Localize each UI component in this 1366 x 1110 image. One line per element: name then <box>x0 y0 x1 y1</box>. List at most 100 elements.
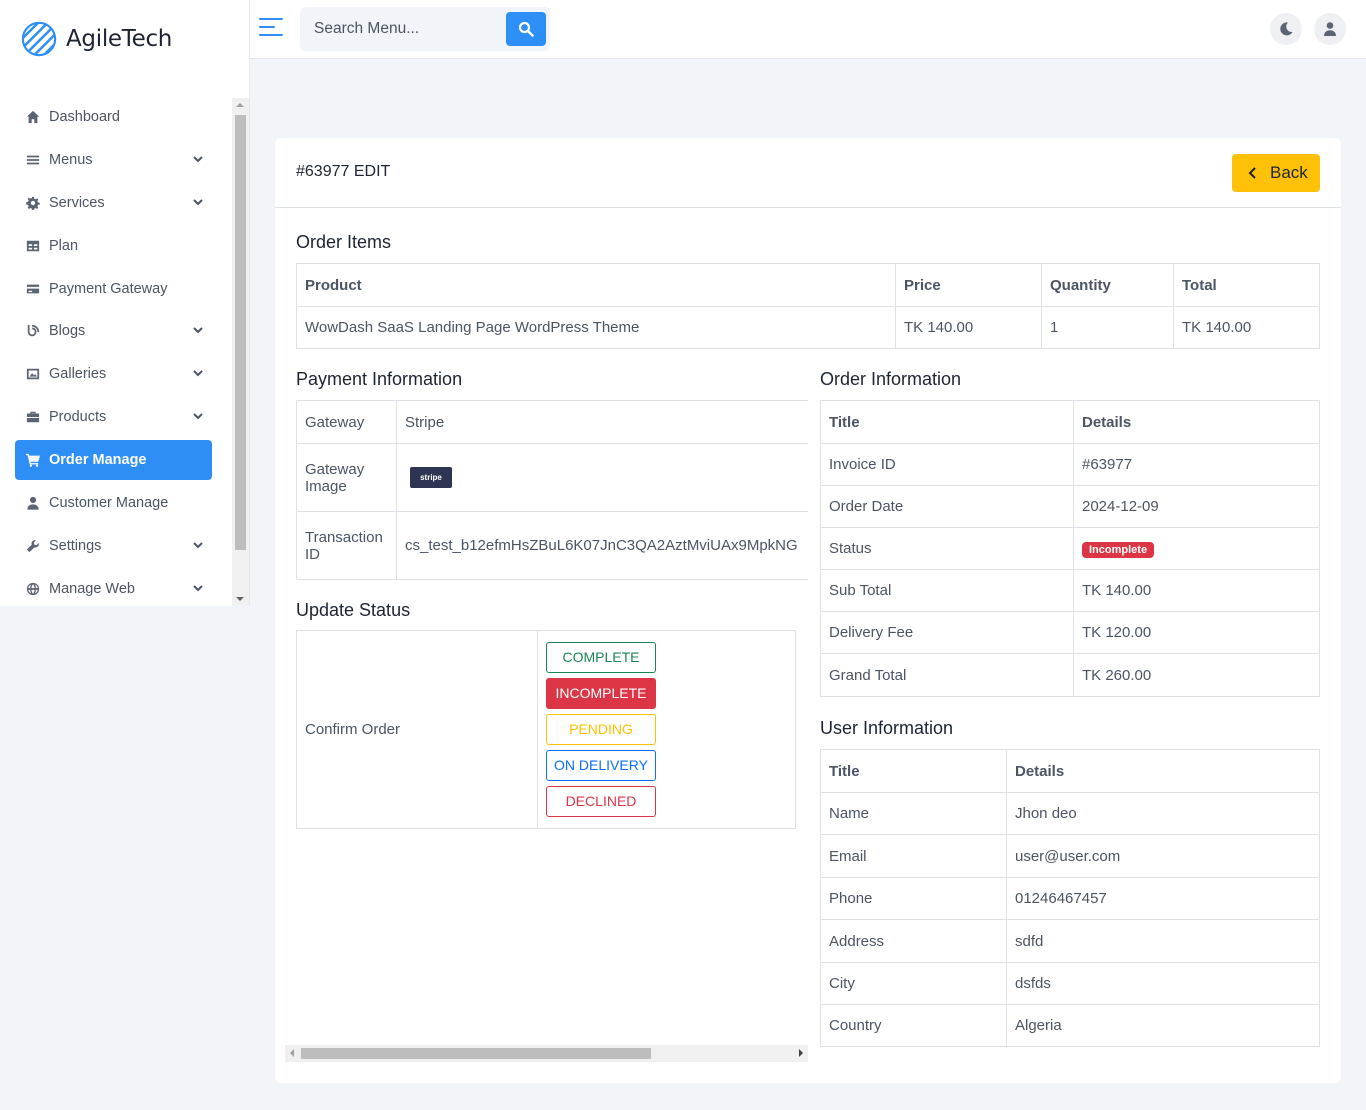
sidebar-item-plan[interactable]: Plan <box>15 226 212 266</box>
briefcase-icon <box>25 409 41 425</box>
order-info-table: Title Details Invoice ID #63977 Order Da… <box>820 400 1320 697</box>
search-input[interactable] <box>300 7 506 51</box>
search-button[interactable] <box>506 12 546 46</box>
table-row: Gateway Stripe <box>296 400 808 444</box>
credit-card-icon <box>25 281 41 297</box>
sidebar-item-customer-manage[interactable]: Customer Manage <box>15 483 212 523</box>
table-row: Confirm Order COMPLETE INCOMPLETE PENDIN… <box>296 630 796 829</box>
scroll-right-arrow-icon[interactable] <box>799 1049 803 1057</box>
page-title: #63977 EDIT <box>296 163 391 180</box>
sidebar-item-label: Blogs <box>49 323 86 340</box>
order-items-table: Product Price Quantity Total WowDash Saa… <box>296 263 1320 349</box>
update-status-table: Confirm Order COMPLETE INCOMPLETE PENDIN… <box>296 630 796 829</box>
chevron-down-icon <box>192 539 204 551</box>
confirm-order-label: Confirm Order <box>296 630 538 829</box>
sidebar-item-label: Services <box>49 194 105 211</box>
horizontal-scroll-thumb[interactable] <box>301 1048 651 1059</box>
row-title: Grand Total <box>820 653 1074 697</box>
row-detail: dsfds <box>1006 962 1320 1005</box>
scroll-down-arrow-icon[interactable] <box>236 597 244 601</box>
row-detail: Jhon deo <box>1006 792 1320 835</box>
status-badge: Incomplete <box>1082 541 1155 558</box>
sidebar-scroll-thumb[interactable] <box>235 115 246 550</box>
table-row: Transaction ID cs_test_b12efmHsZBuL6K07Jn… <box>296 511 808 580</box>
column-header: Product <box>296 263 896 307</box>
row-detail: Algeria <box>1006 1004 1320 1047</box>
label-line: ID <box>305 545 320 563</box>
table-header-row: Title Details <box>820 749 1320 793</box>
wrench-icon <box>25 538 41 554</box>
user-info-title: User Information <box>820 718 954 738</box>
row-title: Address <box>820 919 1007 963</box>
scroll-left-arrow-icon[interactable] <box>290 1049 294 1057</box>
dark-mode-toggle[interactable] <box>1270 13 1302 45</box>
row-title: Name <box>820 792 1007 835</box>
sidebar-item-label: Plan <box>49 237 79 254</box>
chevron-down-icon <box>192 153 204 165</box>
sidebar-item-blogs[interactable]: Blogs <box>15 311 212 351</box>
back-button[interactable]: Back <box>1232 154 1320 192</box>
sidebar-item-label: Customer Manage <box>49 495 169 512</box>
sidebar: AgileTech Dashboard Menus Services Plan … <box>0 0 250 606</box>
sidebar-item-label: Dashboard <box>49 109 120 125</box>
row-detail: 01246467457 <box>1006 877 1320 920</box>
search-box <box>300 7 550 51</box>
scroll-up-arrow-icon[interactable] <box>236 103 244 107</box>
payment-info-title: Payment Information <box>296 369 463 389</box>
pending-button[interactable]: PENDING <box>546 714 656 745</box>
image-icon <box>25 366 41 382</box>
on-delivery-button[interactable]: ON DELIVERY <box>546 750 656 781</box>
row-title: Status <box>820 527 1074 570</box>
user-menu-button[interactable] <box>1314 13 1346 45</box>
table-header-row: Title Details <box>820 400 1320 444</box>
sidebar-item-manage-web[interactable]: Manage Web <box>15 569 212 609</box>
horizontal-scrollbar[interactable] <box>285 1045 808 1062</box>
table-row: Address sdfd <box>820 919 1320 963</box>
status-buttons-cell: COMPLETE INCOMPLETE PENDING ON DELIVERY … <box>537 630 796 829</box>
sidebar-item-dashboard[interactable]: Dashboard <box>15 97 212 137</box>
row-detail: user@user.com <box>1006 834 1320 878</box>
sidebar-toggle-icon[interactable] <box>259 18 283 40</box>
column-header: Details <box>1073 400 1320 444</box>
sidebar-scrollbar[interactable] <box>232 98 249 606</box>
sidebar-item-label: Settings <box>49 537 102 554</box>
column-header: Quantity <box>1041 263 1174 307</box>
sidebar-item-products[interactable]: Products <box>15 397 212 437</box>
declined-button[interactable]: DECLINED <box>546 786 656 817</box>
table-row: Sub Total TK 140.00 <box>820 569 1320 612</box>
row-title: City <box>820 962 1007 1005</box>
sidebar-item-payment-gateway[interactable]: Payment Gateway <box>15 269 212 309</box>
order-items-title: Order Items <box>296 232 392 252</box>
product-price: TK 140.00 <box>895 306 1042 349</box>
search-icon <box>518 21 534 37</box>
bars-icon <box>25 152 41 168</box>
sidebar-item-menus[interactable]: Menus <box>15 140 212 180</box>
row-title: Invoice ID <box>820 443 1074 486</box>
sidebar-item-order-manage[interactable]: Order Manage <box>15 440 212 481</box>
row-detail: TK 140.00 <box>1073 569 1320 612</box>
brand-name: AgileTech <box>66 26 173 52</box>
sidebar-item-settings[interactable]: Settings <box>15 526 212 566</box>
update-status-title: Update Status <box>296 600 411 620</box>
label-line: Image <box>305 477 347 495</box>
chevron-down-icon <box>192 410 204 422</box>
sidebar-item-services[interactable]: Services <box>15 183 212 223</box>
incomplete-button[interactable]: INCOMPLETE <box>546 678 656 709</box>
column-header: Title <box>820 400 1074 444</box>
table-row: Grand Total TK 260.00 <box>820 653 1320 697</box>
payment-info-table: Gateway Stripe Gateway Image stripe Trans… <box>296 400 808 580</box>
complete-button[interactable]: COMPLETE <box>546 642 656 673</box>
column-header: Total <box>1173 263 1320 307</box>
moon-icon <box>1280 22 1293 36</box>
sidebar-item-galleries[interactable]: Galleries <box>15 354 212 394</box>
table-row: Status Incomplete <box>820 527 1320 570</box>
brand[interactable]: AgileTech <box>20 20 172 58</box>
user-icon <box>25 495 41 511</box>
product-quantity: 1 <box>1041 306 1174 349</box>
column-header: Title <box>820 749 1007 793</box>
table-row: Invoice ID #63977 <box>820 443 1320 486</box>
table-row: Name Jhon deo <box>820 792 1320 835</box>
sidebar-item-label: Menus <box>49 151 93 168</box>
chevron-down-icon <box>192 367 204 379</box>
table-icon <box>25 238 41 254</box>
